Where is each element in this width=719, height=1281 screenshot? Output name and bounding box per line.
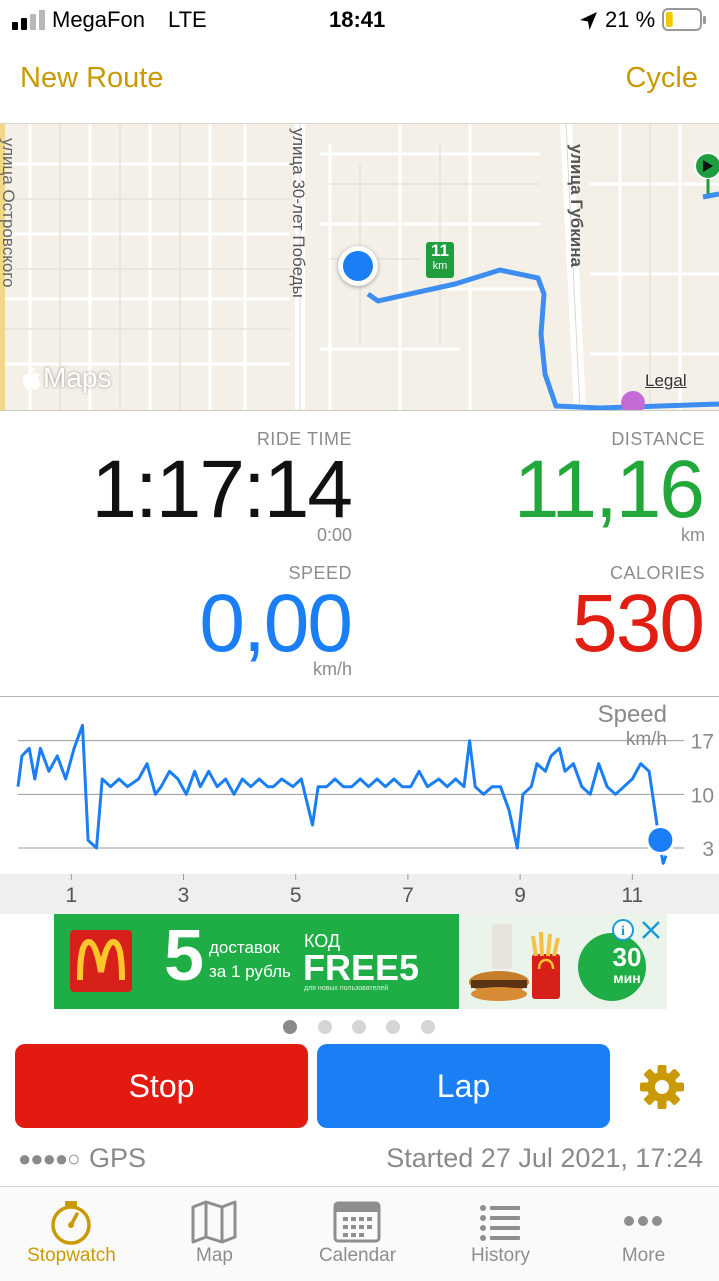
ad-fine-print: для новых пользователей	[304, 985, 389, 992]
list-icon	[480, 1205, 520, 1241]
street-label: улица 30-лет Победы	[289, 128, 308, 298]
tab-map[interactable]: Map	[143, 1187, 286, 1281]
gps-label: GPS	[89, 1143, 147, 1173]
legal-link[interactable]: Legal	[645, 371, 687, 391]
ad-badge-number: 30	[612, 942, 642, 972]
page-dots	[283, 1020, 435, 1034]
chart-xtick-label: 5	[290, 884, 302, 907]
ad-banner[interactable]: 5 доставок за 1 рубль КОД FREE5 для новы…	[54, 914, 667, 1009]
ride-time-lap: 0:00	[316, 525, 352, 545]
speed-chart[interactable]: 17 10 3 1 3 5 7 9 11 Speed km/h	[0, 696, 719, 914]
stop-button[interactable]: Stop	[15, 1044, 308, 1128]
location-arrow-icon	[580, 12, 597, 30]
ad-badge-unit: мин	[613, 970, 641, 986]
ad-big-number: 5	[164, 916, 205, 996]
km-marker: 11 km	[426, 242, 454, 278]
apple-logo-icon	[23, 368, 41, 390]
chart-xtick-label: 1	[65, 884, 77, 907]
chart-ytick-label: 17	[691, 731, 714, 754]
distance-unit: km	[681, 525, 705, 545]
tab-bar: Stopwatch Map Calendar History More	[0, 1186, 719, 1281]
more-dots-icon	[624, 1216, 662, 1226]
speed-value: 0,00	[199, 578, 353, 669]
map-icon	[191, 1200, 237, 1244]
tab-label: Map	[196, 1245, 233, 1266]
calories-value: 530	[572, 578, 705, 669]
tab-stopwatch[interactable]: Stopwatch	[0, 1187, 143, 1281]
place-pin-icon	[621, 391, 645, 410]
maps-brand-text: Maps	[43, 362, 112, 393]
mcdonalds-logo	[70, 930, 132, 992]
signal-icon	[12, 10, 45, 30]
speed-unit: km/h	[312, 659, 352, 679]
ride-time-value: 1:17:14	[91, 444, 353, 535]
ad-line2: за 1 рубль	[209, 962, 291, 981]
chart-ytick-label: 3	[702, 838, 714, 861]
start-flag-icon	[694, 152, 719, 194]
chart-ytick-label: 10	[691, 784, 714, 807]
tab-label: Stopwatch	[27, 1245, 116, 1266]
carrier-name: MegaFon	[52, 7, 145, 32]
network-type: LTE	[168, 7, 207, 32]
chart-xtick-label: 11	[621, 884, 643, 907]
battery-icon	[662, 8, 706, 31]
ad-choices[interactable]: i	[611, 918, 663, 942]
chart-xtick-label: 3	[178, 884, 190, 907]
chart-xtick-label: 9	[514, 884, 526, 907]
new-route-button[interactable]: New Route	[20, 62, 163, 95]
clock: 18:41	[329, 7, 386, 32]
svg-text:i: i	[621, 924, 625, 939]
km-marker-number: 11	[431, 241, 449, 260]
battery-percent: 21 %	[605, 7, 656, 32]
status-bar: MegaFon LTE 18:41 21 %	[0, 0, 719, 42]
activity-type-button[interactable]: Cycle	[625, 62, 698, 95]
current-location-marker	[338, 246, 378, 286]
page-indicator[interactable]	[283, 1020, 438, 1034]
tab-more[interactable]: More	[572, 1187, 715, 1281]
distance-value: 11,16	[513, 444, 705, 535]
route-map[interactable]: улица 30-лет Победы улица Губкина улица …	[0, 123, 719, 411]
chart-xtick-label: 7	[402, 884, 414, 907]
chart-title: Speed	[598, 701, 667, 728]
ad-line1: доставок	[209, 938, 280, 957]
chart-ylabel: km/h	[626, 729, 667, 750]
tab-label: More	[621, 1245, 666, 1266]
started-time: Started 27 Jul 2021, 17:24	[386, 1143, 703, 1173]
lap-button[interactable]: Lap	[317, 1044, 610, 1128]
tab-label: Calendar	[318, 1245, 397, 1266]
tab-history[interactable]: History	[429, 1187, 572, 1281]
stopwatch-icon	[51, 1201, 91, 1245]
gps-signal-dots: ●●●●○	[18, 1146, 80, 1171]
km-marker-unit: km	[432, 260, 448, 272]
tab-calendar[interactable]: Calendar	[286, 1187, 429, 1281]
golden-arches-icon	[77, 938, 125, 981]
street-label: улица Губкина	[567, 144, 586, 267]
current-point-marker	[648, 828, 673, 852]
apple-maps-logo: Maps	[20, 362, 111, 394]
tab-label: History	[470, 1245, 531, 1266]
calendar-icon	[333, 1201, 381, 1243]
street-label: улица Островского	[0, 138, 18, 288]
speed-chart-canvas: 17 10 3 1 3 5 7 9 11 Speed km/h	[0, 696, 719, 914]
settings-gear-icon[interactable]	[639, 1064, 685, 1110]
ad-code: FREE5	[303, 947, 420, 988]
